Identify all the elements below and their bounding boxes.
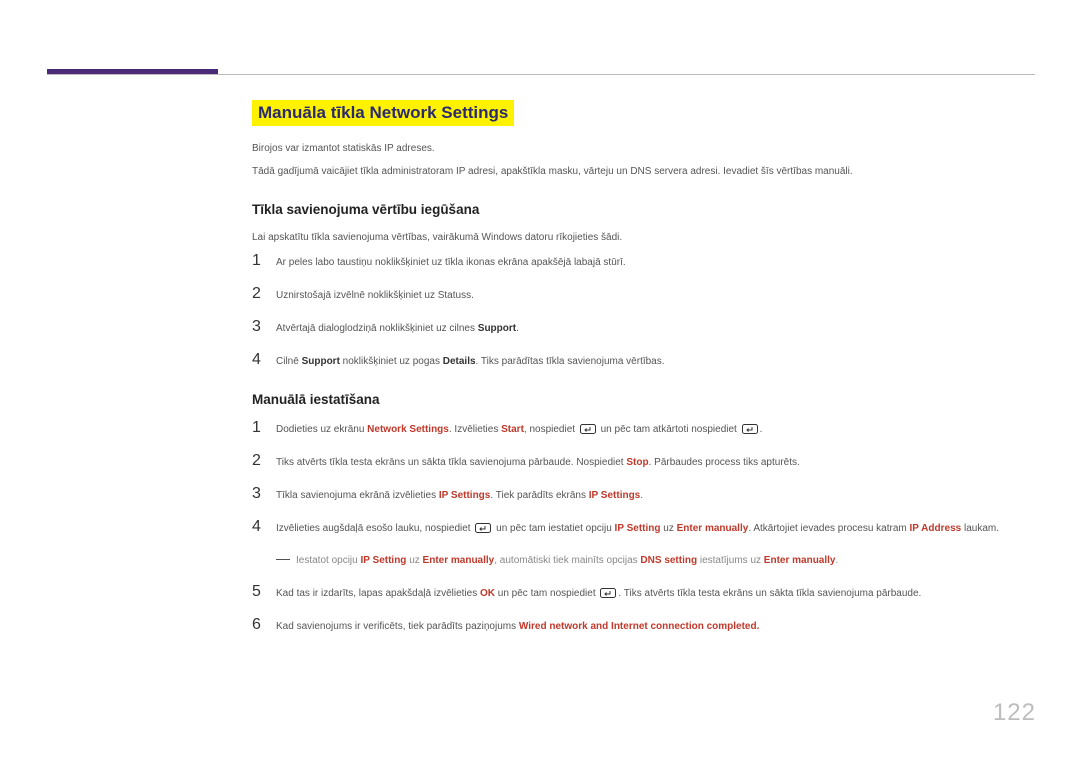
body-line-1: Birojos var izmantot statiskās IP adrese… [252,140,1035,157]
stop-keyword: Stop [626,457,648,468]
network-settings-keyword: Network Settings [367,424,449,435]
step-number: 5 [252,583,276,601]
details-keyword: Details [443,356,476,367]
step: 2 Tiks atvērts tīkla testa ekrāns un sāk… [252,452,1035,471]
txt: Atvērtajā dialoglodziņā noklikšķiniet uz… [276,323,475,334]
step-text: Tīkla savienojuma ekrānā izvēlieties IP … [276,487,643,504]
note-dash-icon: ― [276,551,290,565]
txt: laukam. [961,523,999,534]
txt: noklikšķiniet uz pogas [340,356,443,367]
ip-settings-keyword: IP Settings [589,490,641,501]
ip-settings-keyword: IP Settings [439,490,491,501]
txt: uz [406,555,422,566]
txt: . Tiks atvērts tīkla testa ekrāns un sāk… [618,588,921,599]
step: 3 Tīkla savienojuma ekrānā izvēlieties I… [252,485,1035,504]
txt: . [640,490,643,501]
step-text: Cilnē Support noklikšķiniet uz pogas Det… [276,353,665,370]
txt: . Tiek parādīts ekrāns [490,490,588,501]
step-number: 4 [252,518,276,536]
step-number: 3 [252,318,276,336]
step: 1 Ar peles labo taustiņu noklikšķiniet u… [252,252,1035,271]
txt: Izvēlieties augšdaļā esošo lauku, nospie… [276,523,473,534]
step: 2 Uznirstošajā izvēlnē noklikšķiniet uz … [252,285,1035,304]
step-number: 1 [252,252,276,270]
enter-icon [475,523,491,533]
note: ― Iestatot opciju IP Setting uz Enter ma… [276,551,1035,569]
section1-steps: 1 Ar peles labo taustiņu noklikšķiniet u… [252,252,1035,370]
section1-title: Tīkla savienojuma vērtību iegūšana [252,202,1035,217]
step-number: 2 [252,285,276,303]
ip-setting-keyword: IP Setting [360,555,406,566]
step-number: 3 [252,485,276,503]
support-keyword: Support [478,323,516,334]
txt: Iestatot opciju [296,555,360,566]
step: 4 Cilnē Support noklikšķiniet uz pogas D… [252,351,1035,370]
txt: Kad tas ir izdarīts, lapas apakšdaļā izv… [276,588,480,599]
step: 3 Atvērtajā dialoglodziņā noklikšķiniet … [252,318,1035,337]
txt: uz [660,523,676,534]
txt: un pēc tam nospiediet [495,588,598,599]
start-keyword: Start [501,424,524,435]
step-text: Dodieties uz ekrānu Network Settings. Iz… [276,421,762,438]
completed-keyword: Wired network and Internet connection co… [519,621,760,632]
txt: , automātiski tiek mainīts opcijas [494,555,640,566]
txt: . [760,424,763,435]
ok-keyword: OK [480,588,495,599]
txt: Kad savienojums ir verificēts, tiek parā… [276,621,519,632]
txt: . Atkārtojiet ievades procesu katram [748,523,909,534]
txt: . Pārbaudes process tiks apturēts. [649,457,800,468]
enter-manually-keyword: Enter manually [764,555,836,566]
txt: Tiks atvērts tīkla testa ekrāns un sākta… [276,457,626,468]
step: 1 Dodieties uz ekrānu Network Settings. … [252,419,1035,438]
txt: Cilnē [276,356,299,367]
txt: . Izvēlieties [449,424,501,435]
section2-title: Manuālā iestatīšana [252,392,1035,407]
step-text: Ar peles labo taustiņu noklikšķiniet uz … [276,254,626,271]
header-rule [47,74,1035,75]
step-text: Izvēlieties augšdaļā esošo lauku, nospie… [276,520,999,537]
txt: . [836,555,839,566]
step-number: 1 [252,419,276,437]
txt: Dodieties uz ekrānu [276,424,367,435]
dns-setting-keyword: DNS setting [640,555,697,566]
step-number: 4 [252,351,276,369]
enter-icon [580,424,596,434]
note-text: Iestatot opciju IP Setting uz Enter manu… [296,552,838,569]
enter-icon [742,424,758,434]
txt: un pēc tam iestatiet opciju [493,523,614,534]
step-text: Kad tas ir izdarīts, lapas apakšdaļā izv… [276,585,921,602]
txt: , nospiediet [524,424,578,435]
step-text: Uznirstošajā izvēlnē noklikšķiniet uz St… [276,287,474,304]
txt: . [516,323,519,334]
step-number: 6 [252,616,276,634]
txt: iestatījums uz [697,555,764,566]
step-text: Atvērtajā dialoglodziņā noklikšķiniet uz… [276,320,519,337]
section1-intro: Lai apskatītu tīkla savienojuma vērtības… [252,229,1035,246]
ip-setting-keyword: IP Setting [615,523,661,534]
ip-address-keyword: IP Address [910,523,962,534]
body-line-2: Tādā gadījumā vaicājiet tīkla administra… [252,163,1035,180]
step: 6 Kad savienojums ir verificēts, tiek pa… [252,616,1035,635]
support-keyword: Support [302,356,340,367]
step-text: Kad savienojums ir verificēts, tiek parā… [276,618,759,635]
step-text: Tiks atvērts tīkla testa ekrāns un sākta… [276,454,800,471]
section2-steps: 1 Dodieties uz ekrānu Network Settings. … [252,419,1035,635]
txt: . Tiks parādītas tīkla savienojuma vērtī… [476,356,665,367]
enter-manually-keyword: Enter manually [423,555,495,566]
step-number: 2 [252,452,276,470]
page-content: Manuāla tīkla Network Settings Birojos v… [252,100,1035,649]
enter-manually-keyword: Enter manually [677,523,749,534]
step: 4 Izvēlieties augšdaļā esošo lauku, nosp… [252,518,1035,537]
step: 5 Kad tas ir izdarīts, lapas apakšdaļā i… [252,583,1035,602]
page-title: Manuāla tīkla Network Settings [252,100,514,126]
txt: Tīkla savienojuma ekrānā izvēlieties [276,490,439,501]
page-number: 122 [993,699,1036,727]
enter-icon [600,588,616,598]
txt: un pēc tam atkārtoti nospiediet [598,424,740,435]
